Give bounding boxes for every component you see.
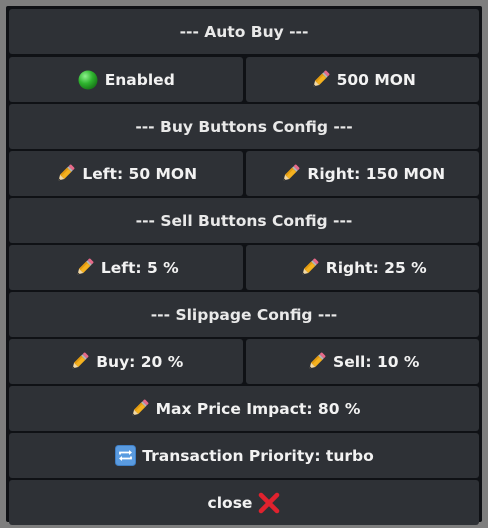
- transaction-priority-button[interactable]: Transaction Priority: turbo: [9, 433, 479, 478]
- slippage-row: Buy: 20 % Sell: 10 %: [9, 339, 479, 384]
- max-price-impact-row: Max Price Impact: 80 %: [9, 386, 479, 431]
- transaction-priority-label: Transaction Priority: turbo: [142, 446, 374, 465]
- sell-left-label: Left: 5 %: [100, 258, 179, 277]
- pencil-icon: [68, 351, 90, 373]
- sell-left-button[interactable]: Left: 5 %: [9, 245, 243, 290]
- close-button[interactable]: close: [9, 480, 479, 525]
- sell-right-label: Right: 25 %: [325, 258, 427, 277]
- buy-left-button[interactable]: Left: 50 MON: [9, 151, 243, 196]
- repeat-arrows-icon: [114, 445, 136, 467]
- sell-buttons-row: Left: 5 % Right: 25 %: [9, 245, 479, 290]
- auto-buy-toggle-button[interactable]: Enabled: [9, 57, 243, 102]
- buy-left-label: Left: 50 MON: [82, 164, 198, 183]
- sell-buttons-header-label: --- Sell Buttons Config ---: [135, 211, 353, 230]
- buy-buttons-header-label: --- Buy Buttons Config ---: [135, 117, 353, 136]
- buy-right-label: Right: 150 MON: [307, 164, 446, 183]
- slippage-sell-label: Sell: 10 %: [333, 352, 420, 371]
- pencil-icon: [298, 257, 320, 279]
- auto-buy-amount-label: 500 MON: [336, 70, 416, 89]
- close-row: close: [9, 480, 479, 525]
- auto-buy-status-label: Enabled: [104, 70, 175, 89]
- auto-buy-settings-panel: --- Auto Buy --- Enabled 500 MON --- Buy…: [6, 6, 482, 525]
- slippage-header-button[interactable]: --- Slippage Config ---: [9, 292, 479, 337]
- pencil-icon: [305, 351, 327, 373]
- slippage-buy-button[interactable]: Buy: 20 %: [9, 339, 243, 384]
- pencil-icon: [279, 163, 301, 185]
- auto-buy-amount-button[interactable]: 500 MON: [245, 57, 479, 102]
- sell-right-button[interactable]: Right: 25 %: [245, 245, 479, 290]
- sell-buttons-header-row: --- Sell Buttons Config ---: [9, 198, 479, 243]
- green-circle-icon: [77, 69, 99, 91]
- close-label: close: [207, 493, 253, 512]
- buy-buttons-header-button[interactable]: --- Buy Buttons Config ---: [9, 104, 479, 149]
- transaction-priority-row: Transaction Priority: turbo: [9, 433, 479, 478]
- auto-buy-header-label: --- Auto Buy ---: [179, 22, 309, 41]
- buy-buttons-row: Left: 50 MON Right: 150 MON: [9, 151, 479, 196]
- max-price-impact-button[interactable]: Max Price Impact: 80 %: [9, 386, 479, 431]
- pencil-icon: [54, 163, 76, 185]
- auto-buy-options-row: Enabled 500 MON: [9, 57, 479, 102]
- auto-buy-header-button[interactable]: --- Auto Buy ---: [9, 9, 479, 54]
- red-x-icon: [258, 492, 280, 514]
- pencil-icon: [128, 398, 150, 420]
- buy-buttons-header-row: --- Buy Buttons Config ---: [9, 104, 479, 149]
- slippage-buy-label: Buy: 20 %: [96, 352, 184, 371]
- pencil-icon: [73, 257, 95, 279]
- pencil-icon: [309, 69, 331, 91]
- slippage-header-label: --- Slippage Config ---: [150, 305, 338, 324]
- buy-right-button[interactable]: Right: 150 MON: [245, 151, 479, 196]
- auto-buy-header-row: --- Auto Buy ---: [9, 9, 479, 54]
- slippage-header-row: --- Slippage Config ---: [9, 292, 479, 337]
- sell-buttons-header-button[interactable]: --- Sell Buttons Config ---: [9, 198, 479, 243]
- max-price-impact-label: Max Price Impact: 80 %: [155, 399, 361, 418]
- slippage-sell-button[interactable]: Sell: 10 %: [245, 339, 479, 384]
